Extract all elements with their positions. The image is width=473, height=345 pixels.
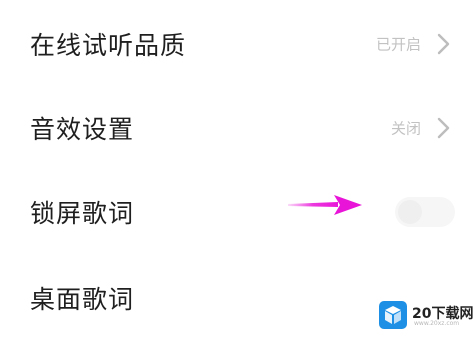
watermark-20xz: 20下载网 www.20xz.com [378, 300, 473, 330]
magenta-arrow-icon [288, 195, 362, 215]
chevron-right-icon [437, 117, 450, 139]
settings-row-label: 音效设置 [30, 115, 135, 144]
settings-row-lockscreen-lyrics: 锁屏歌词 [0, 170, 473, 254]
cube-logo-icon [379, 301, 407, 329]
settings-row-sound-effects[interactable]: 音效设置 关闭 [0, 86, 473, 170]
settings-row-value: 关闭 [390, 119, 421, 138]
settings-row-label: 锁屏歌词 [30, 199, 135, 228]
settings-row-label: 在线试听品质 [30, 31, 187, 60]
watermark-url: www.20xz.com [414, 320, 460, 327]
settings-screen: 在线试听品质 已开启 音效设置 关闭 锁屏歌词 桌面歌词 20下载网 www.2… [0, 0, 473, 345]
chevron-right-icon [437, 33, 450, 55]
settings-row-value: 已开启 [375, 35, 421, 54]
settings-row-online-preview-quality[interactable]: 在线试听品质 已开启 [0, 2, 473, 86]
settings-row-label: 桌面歌词 [30, 285, 135, 314]
lockscreen-lyrics-toggle[interactable] [395, 197, 455, 227]
toggle-knob [398, 200, 422, 224]
